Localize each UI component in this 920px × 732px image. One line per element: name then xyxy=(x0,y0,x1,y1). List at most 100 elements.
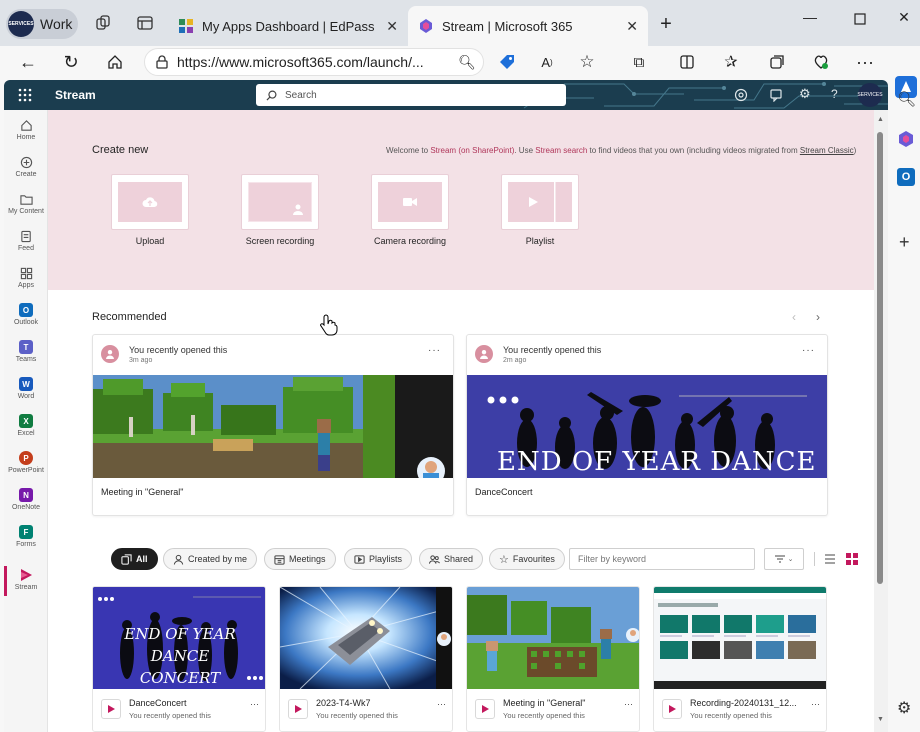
rail-label: My Content xyxy=(8,208,44,215)
address-toolbar: ← ↻ https://www.microsoft365.com/launch/… xyxy=(0,46,920,76)
video-card[interactable]: Recording-20240131_12... You recently op… xyxy=(653,586,827,732)
outlook-icon: O xyxy=(19,303,33,317)
stream-classic-link[interactable]: Stream Classic xyxy=(800,146,854,155)
tab-actions-icon[interactable] xyxy=(136,14,154,32)
more-options-icon[interactable]: ··· xyxy=(624,699,633,709)
filter-playlists-chip[interactable]: Playlists xyxy=(344,548,413,570)
filter-all-chip[interactable]: All xyxy=(111,548,158,570)
lock-icon xyxy=(156,55,168,69)
video-card[interactable]: Meeting in "General" You recently opened… xyxy=(466,586,640,732)
coupon-tag-icon[interactable] xyxy=(496,51,518,73)
recommended-card[interactable]: You recently opened this 2m ago ··· END … xyxy=(466,334,828,516)
video-file-icon xyxy=(475,699,495,719)
help-icon[interactable]: ? xyxy=(831,87,845,101)
maximize-icon[interactable] xyxy=(850,9,870,29)
rail-item-create[interactable]: Create xyxy=(4,155,48,178)
favorites-icon[interactable]: ✰ xyxy=(720,51,742,73)
profile-avatar: SERVICES xyxy=(8,11,34,37)
m365-favicon xyxy=(420,19,432,33)
read-aloud-icon[interactable]: A) xyxy=(536,51,558,73)
rail-item-my-content[interactable]: My Content xyxy=(4,192,48,215)
feedback-icon[interactable] xyxy=(769,88,783,102)
grid-view-icon[interactable] xyxy=(846,553,858,565)
create-upload-button[interactable]: Upload xyxy=(111,174,189,246)
more-options-icon[interactable]: ··· xyxy=(811,699,820,709)
search-icon[interactable]: 🔍︎ xyxy=(897,90,916,108)
recommended-heading: Recommended xyxy=(92,311,167,323)
rail-item-stream[interactable]: Stream xyxy=(4,568,48,591)
add-sidebar-app-icon[interactable]: + xyxy=(899,232,910,253)
rail-item-forms[interactable]: F Forms xyxy=(4,525,48,548)
rail-item-onenote[interactable]: N OneNote xyxy=(4,488,48,511)
recommended-card[interactable]: You recently opened this 3m ago ··· Meet… xyxy=(92,334,454,516)
carousel-next-icon[interactable]: › xyxy=(816,310,820,324)
tab-edpass[interactable]: My Apps Dashboard | EdPass - Ec ✕ xyxy=(168,6,408,46)
rail-label: PowerPoint xyxy=(8,467,44,474)
rail-item-word[interactable]: W Word xyxy=(4,377,48,400)
scrollbar-thumb[interactable] xyxy=(877,132,883,584)
activity-icon[interactable] xyxy=(734,88,748,102)
rail-item-excel[interactable]: X Excel xyxy=(4,414,48,437)
create-camera-recording-button[interactable]: Camera recording xyxy=(371,174,449,246)
workspaces-icon[interactable] xyxy=(94,14,112,32)
m365-icon[interactable] xyxy=(897,130,915,148)
profile-button[interactable]: SERVICES Work xyxy=(6,9,78,39)
more-menu-icon[interactable]: ··· xyxy=(854,51,876,73)
home-icon[interactable] xyxy=(104,51,126,73)
global-search-box[interactable]: Search xyxy=(256,84,566,106)
app-launcher-icon[interactable] xyxy=(18,88,32,102)
settings-gear-icon[interactable]: ⚙ xyxy=(897,698,911,718)
rail-label: Create xyxy=(15,171,37,178)
scroll-down-icon[interactable]: ▼ xyxy=(877,716,884,723)
favorite-star-icon[interactable]: ☆ xyxy=(576,51,598,73)
list-view-icon[interactable] xyxy=(824,553,836,565)
tab-stream[interactable]: Stream | Microsoft 365 ✕ xyxy=(408,6,648,46)
more-options-icon[interactable]: ··· xyxy=(250,699,259,709)
filter-shared-chip[interactable]: Shared xyxy=(419,548,484,570)
create-screen-recording-button[interactable]: Screen recording xyxy=(241,174,319,246)
stream-sharepoint-link[interactable]: Stream (on SharePoint) xyxy=(430,146,514,155)
stream-search-link[interactable]: Stream search xyxy=(535,146,587,155)
refresh-icon[interactable]: ↻ xyxy=(60,51,82,73)
carousel-prev-icon[interactable]: ‹ xyxy=(792,310,796,324)
create-playlist-button[interactable]: Playlist xyxy=(501,174,579,246)
video-card[interactable]: END OF YEAR DANCE CONCERT DanceConcert Y… xyxy=(92,586,266,732)
rail-item-feed[interactable]: Feed xyxy=(4,229,48,252)
filter-meetings-chip[interactable]: Meetings xyxy=(264,548,336,570)
browser-essentials-icon[interactable] xyxy=(810,51,832,73)
outlook-icon[interactable]: O xyxy=(897,168,915,186)
filter-created-by-me-chip[interactable]: Created by me xyxy=(163,548,258,570)
zoom-icon[interactable]: 🔍︎ xyxy=(456,51,478,73)
app-name[interactable]: Stream xyxy=(55,88,96,102)
filter-keyword-input[interactable]: Filter by keyword xyxy=(569,548,755,570)
more-options-icon[interactable]: ··· xyxy=(437,699,446,709)
sort-dropdown[interactable]: ⌄ xyxy=(764,548,804,570)
rail-item-powerpoint[interactable]: P PowerPoint xyxy=(4,451,48,474)
close-tab-icon[interactable]: ✕ xyxy=(386,18,398,35)
card-activity: You recently opened this xyxy=(503,345,602,355)
filter-bar: All Created by me Meetings Playlists Sha… xyxy=(48,548,874,570)
address-bar[interactable]: https://www.microsoft365.com/launch/... xyxy=(144,48,484,76)
page-scrollbar[interactable]: ▲ ▼ xyxy=(874,110,888,732)
collections-icon[interactable] xyxy=(766,51,788,73)
card-title: Meeting in "General" xyxy=(101,487,184,497)
rail-item-teams[interactable]: T Teams xyxy=(4,340,48,363)
filter-favourites-chip[interactable]: ☆ Favourites xyxy=(489,548,565,570)
extensions-icon[interactable]: ⧉ xyxy=(628,51,650,73)
rail-item-apps[interactable]: Apps xyxy=(4,266,48,289)
split-screen-icon[interactable] xyxy=(676,51,698,73)
rail-item-home[interactable]: Home xyxy=(4,118,48,141)
video-title: 2023-T4-Wk7 xyxy=(316,698,371,708)
user-avatar[interactable]: SERVICES xyxy=(857,83,883,107)
video-card[interactable]: 2023-T4-Wk7 You recently opened this ··· xyxy=(279,586,453,732)
rail-item-outlook[interactable]: O Outlook xyxy=(4,303,48,326)
new-tab-icon[interactable]: + xyxy=(656,13,676,35)
close-tab-icon[interactable]: ✕ xyxy=(626,18,638,35)
minimize-icon[interactable]: — xyxy=(800,9,820,29)
back-icon[interactable]: ← xyxy=(17,51,39,73)
settings-icon[interactable]: ⚙ xyxy=(799,86,813,101)
more-options-icon[interactable]: ··· xyxy=(802,345,815,356)
close-window-icon[interactable]: ✕ xyxy=(894,9,914,29)
scroll-up-icon[interactable]: ▲ xyxy=(877,116,884,123)
more-options-icon[interactable]: ··· xyxy=(428,345,441,356)
